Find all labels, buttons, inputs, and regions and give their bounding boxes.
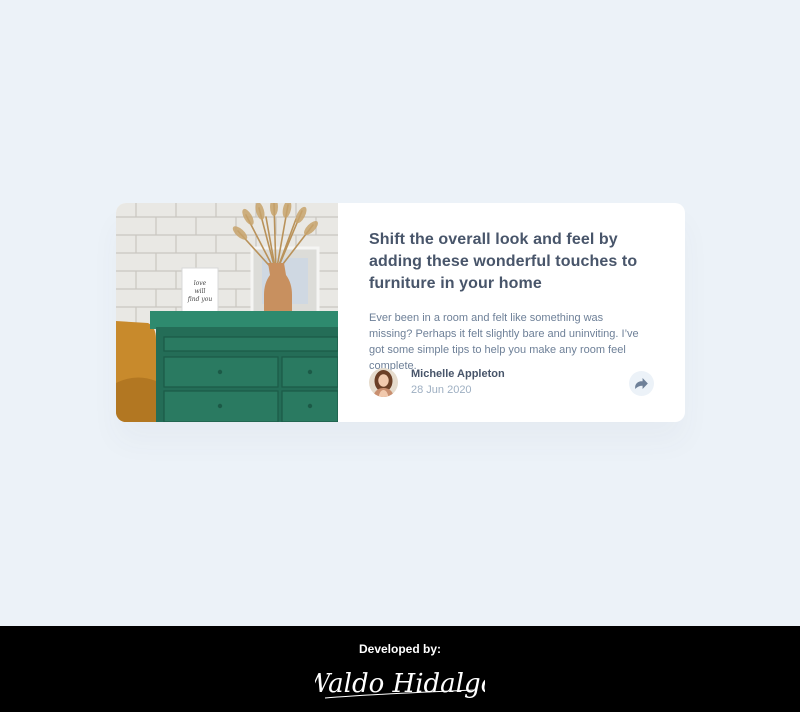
article-image: love will find you [116,203,338,422]
developed-by-label: Developed by: [358,642,442,656]
article-description: Ever been in a room and felt like someth… [369,312,639,372]
share-button[interactable] [629,371,654,396]
svg-text:love: love [194,280,207,287]
svg-text:find you: find you [187,296,213,303]
share-arrow-icon [635,378,648,389]
article-preview-card: love will find you Shift the overall loo… [116,203,685,422]
svg-text:Waldo Hidalgo: Waldo Hidalgo [315,669,485,699]
footer: Developed by: Waldo Hidalgo [0,626,800,712]
developer-signature: Waldo Hidalgo [315,669,485,699]
publish-date: 28 Jun 2020 [411,384,472,396]
page-background: love will find you Shift the overall loo… [0,0,800,626]
article-title: Shift the overall look and feel by addin… [369,231,638,292]
author-info: Michelle Appleton 28 Jun 2020 [411,367,505,398]
article-content: Shift the overall look and feel by addin… [338,203,685,422]
svg-text:will: will [195,288,206,295]
author-block: Michelle Appleton 28 Jun 2020 [369,367,505,398]
author-name: Michelle Appleton [411,368,505,380]
avatar [369,368,398,397]
